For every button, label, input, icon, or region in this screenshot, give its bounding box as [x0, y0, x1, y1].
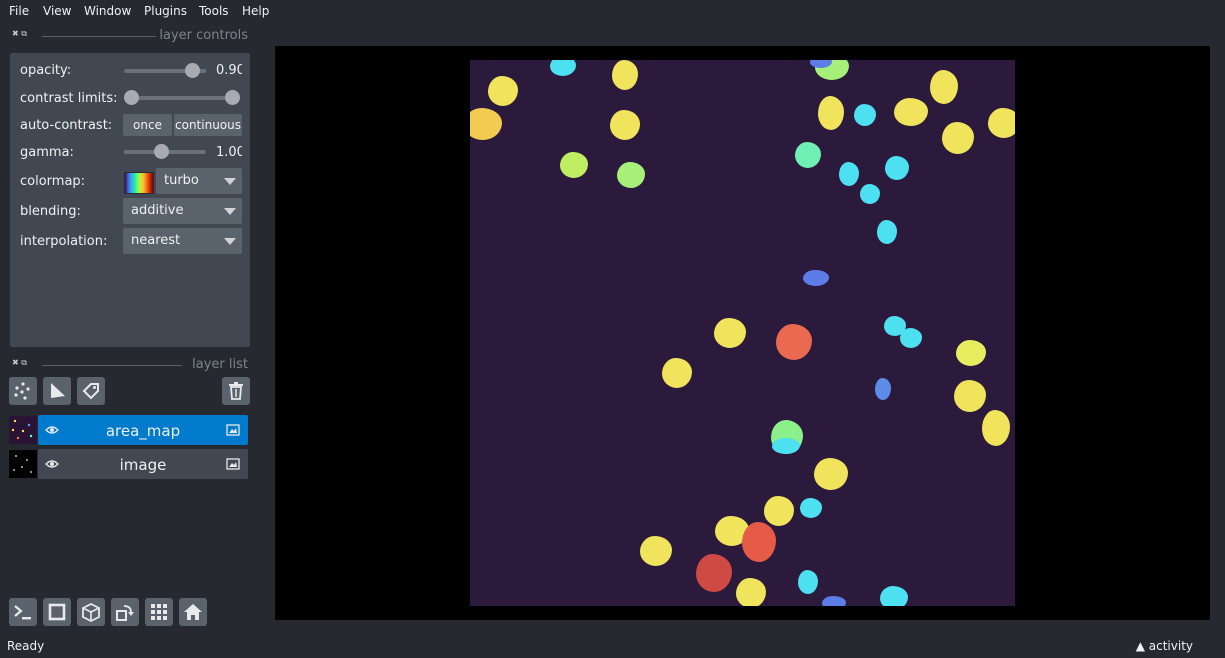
opacity-label: opacity: — [20, 63, 72, 78]
layer-row-area-map[interactable]: area_map — [9, 415, 249, 445]
dock-float-icon[interactable]: ✖ ⧉ — [12, 29, 27, 39]
gamma-value: 1.00 — [216, 145, 242, 160]
layer-controls-title: layer controls — [159, 28, 248, 43]
new-points-layer-button[interactable] — [9, 377, 37, 405]
menu-help[interactable]: Help — [242, 4, 269, 18]
viewer-canvas[interactable] — [275, 46, 1210, 620]
image-layer-icon — [226, 458, 240, 470]
auto-contrast-once-button[interactable]: once — [123, 114, 172, 136]
opacity-slider-handle[interactable] — [185, 63, 200, 78]
grid-view-button[interactable] — [145, 598, 173, 626]
new-shapes-layer-button[interactable] — [43, 377, 71, 405]
interpolation-value: nearest — [131, 233, 181, 248]
interpolation-combobox[interactable]: nearest — [123, 228, 242, 254]
home-button[interactable] — [179, 598, 207, 626]
auto-contrast-label: auto-contrast: — [20, 118, 113, 133]
titlebar-divider — [42, 365, 182, 366]
shapes-icon — [51, 383, 65, 398]
gamma-slider-handle[interactable] — [154, 144, 169, 159]
colormap-value: turbo — [164, 173, 199, 188]
status-bar: Ready ▲ activity — [0, 636, 1225, 658]
home-icon — [184, 604, 202, 620]
colormap-label: colormap: — [20, 174, 86, 189]
console-icon — [14, 605, 31, 620]
layer-list-title: layer list — [192, 357, 248, 372]
layer-item-area-map[interactable]: area_map — [38, 415, 248, 445]
contrast-limits-slider[interactable] — [128, 96, 234, 100]
contrast-max-handle[interactable] — [225, 90, 240, 105]
layer-thumbnail — [9, 450, 37, 478]
titlebar-divider — [42, 36, 156, 37]
menu-file[interactable]: File — [9, 4, 29, 18]
contrast-limits-label: contrast limits: — [20, 91, 118, 106]
gamma-label: gamma: — [20, 145, 74, 160]
colormap-combobox[interactable]: turbo — [156, 168, 242, 194]
blending-value: additive — [131, 203, 184, 218]
grid-icon — [151, 604, 167, 620]
ndisplay-2d-button[interactable] — [43, 598, 71, 626]
labels-icon — [82, 383, 99, 400]
blending-combobox[interactable]: additive — [123, 198, 242, 224]
layer-list-titlebar: ✖ ⧉ layer list — [8, 357, 248, 372]
dock-float-icon[interactable]: ✖ ⧉ — [12, 358, 27, 368]
layer-thumbnail — [9, 416, 37, 444]
menu-plugins[interactable]: Plugins — [144, 4, 187, 18]
new-labels-layer-button[interactable] — [77, 377, 105, 405]
points-icon — [14, 382, 30, 400]
auto-contrast-continuous-button[interactable]: continuous — [174, 114, 242, 136]
delete-layer-button[interactable] — [222, 377, 250, 405]
menu-window[interactable]: Window — [84, 4, 131, 18]
blending-label: blending: — [20, 204, 81, 219]
chevron-down-icon — [224, 178, 236, 185]
area-map-image — [470, 60, 1015, 606]
activity-button[interactable]: ▲ activity — [1136, 639, 1193, 653]
delete-icon — [229, 382, 243, 400]
layer-item-image[interactable]: image — [38, 449, 248, 479]
layer-row-image[interactable]: image — [9, 449, 249, 479]
status-text: Ready — [7, 639, 45, 653]
square-view-icon — [48, 603, 66, 621]
roll-dims-icon — [116, 605, 134, 621]
chevron-down-icon — [224, 208, 236, 215]
opacity-value: 0.90 — [216, 63, 242, 78]
layer-controls-titlebar: ✖ ⧉ layer controls — [8, 28, 248, 43]
chevron-down-icon — [224, 238, 236, 245]
image-layer-icon — [226, 424, 240, 436]
layer-name: image — [119, 456, 167, 474]
interpolation-label: interpolation: — [20, 234, 108, 249]
menu-view[interactable]: View — [43, 4, 71, 18]
activity-label: activity — [1148, 639, 1193, 653]
layer-name: area_map — [105, 422, 181, 440]
contrast-min-handle[interactable] — [124, 90, 139, 105]
ndisplay-3d-button[interactable] — [77, 598, 105, 626]
colormap-swatch — [124, 172, 154, 194]
layer-controls-panel: opacity: 0.90 contrast limits: auto-cont… — [10, 53, 250, 347]
3d-view-icon — [82, 602, 100, 622]
menu-bar: File View Window Plugins Tools Help — [0, 0, 1225, 24]
console-button[interactable] — [9, 598, 37, 626]
menu-tools[interactable]: Tools — [199, 4, 229, 18]
roll-dimensions-button[interactable] — [111, 598, 139, 626]
